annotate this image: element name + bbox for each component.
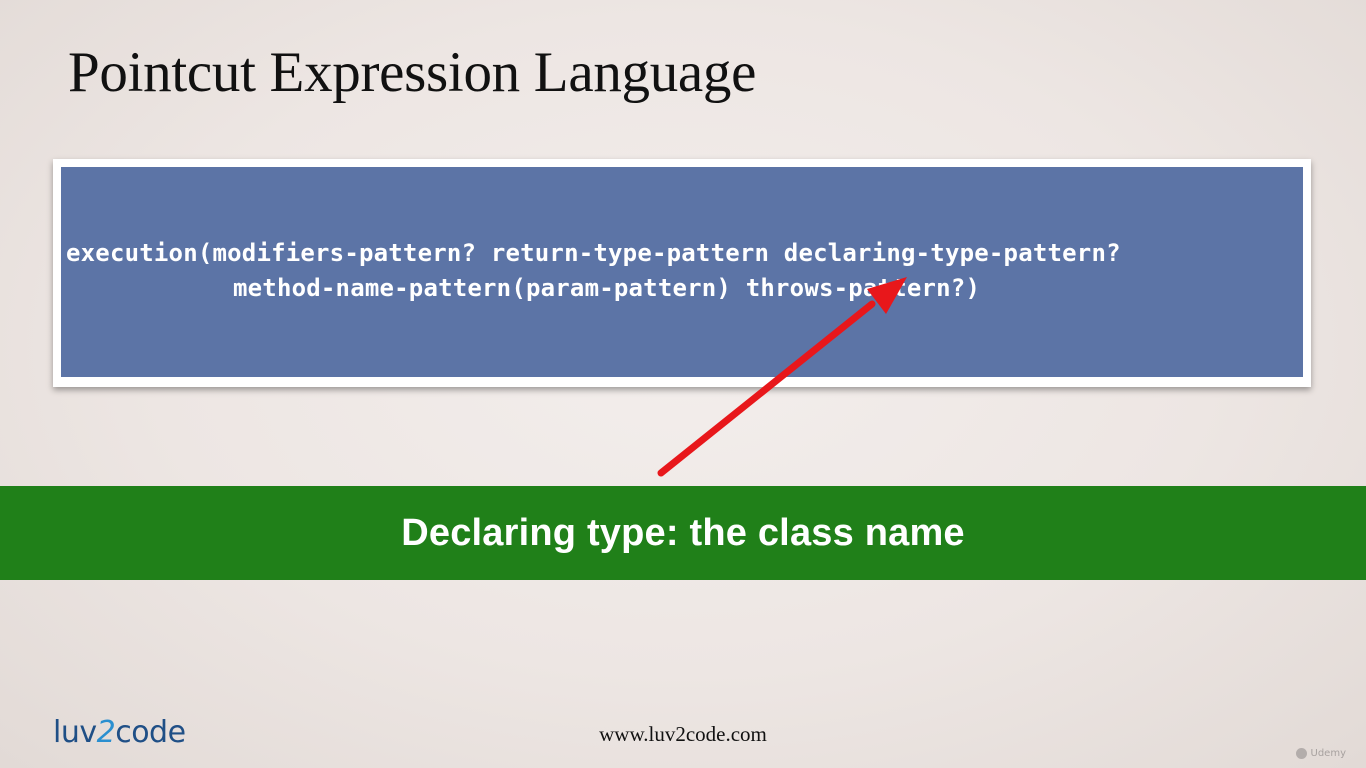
code-line-2: method-name-pattern(param-pattern) throw… (233, 274, 981, 302)
slide-title: Pointcut Expression Language (68, 41, 757, 104)
caption-banner: Declaring type: the class name (0, 486, 1366, 580)
watermark-text: Udemy (1310, 748, 1346, 759)
udemy-icon (1295, 748, 1307, 759)
code-line-1: execution(modifiers-pattern? return-type… (66, 239, 1121, 267)
code-box: execution(modifiers-pattern? return-type… (61, 167, 1303, 377)
code-frame: execution(modifiers-pattern? return-type… (53, 159, 1311, 387)
banner-text: Declaring type: the class name (401, 511, 965, 554)
footer-url: www.luv2code.com (599, 722, 767, 746)
udemy-watermark: Udemy (1295, 748, 1346, 759)
